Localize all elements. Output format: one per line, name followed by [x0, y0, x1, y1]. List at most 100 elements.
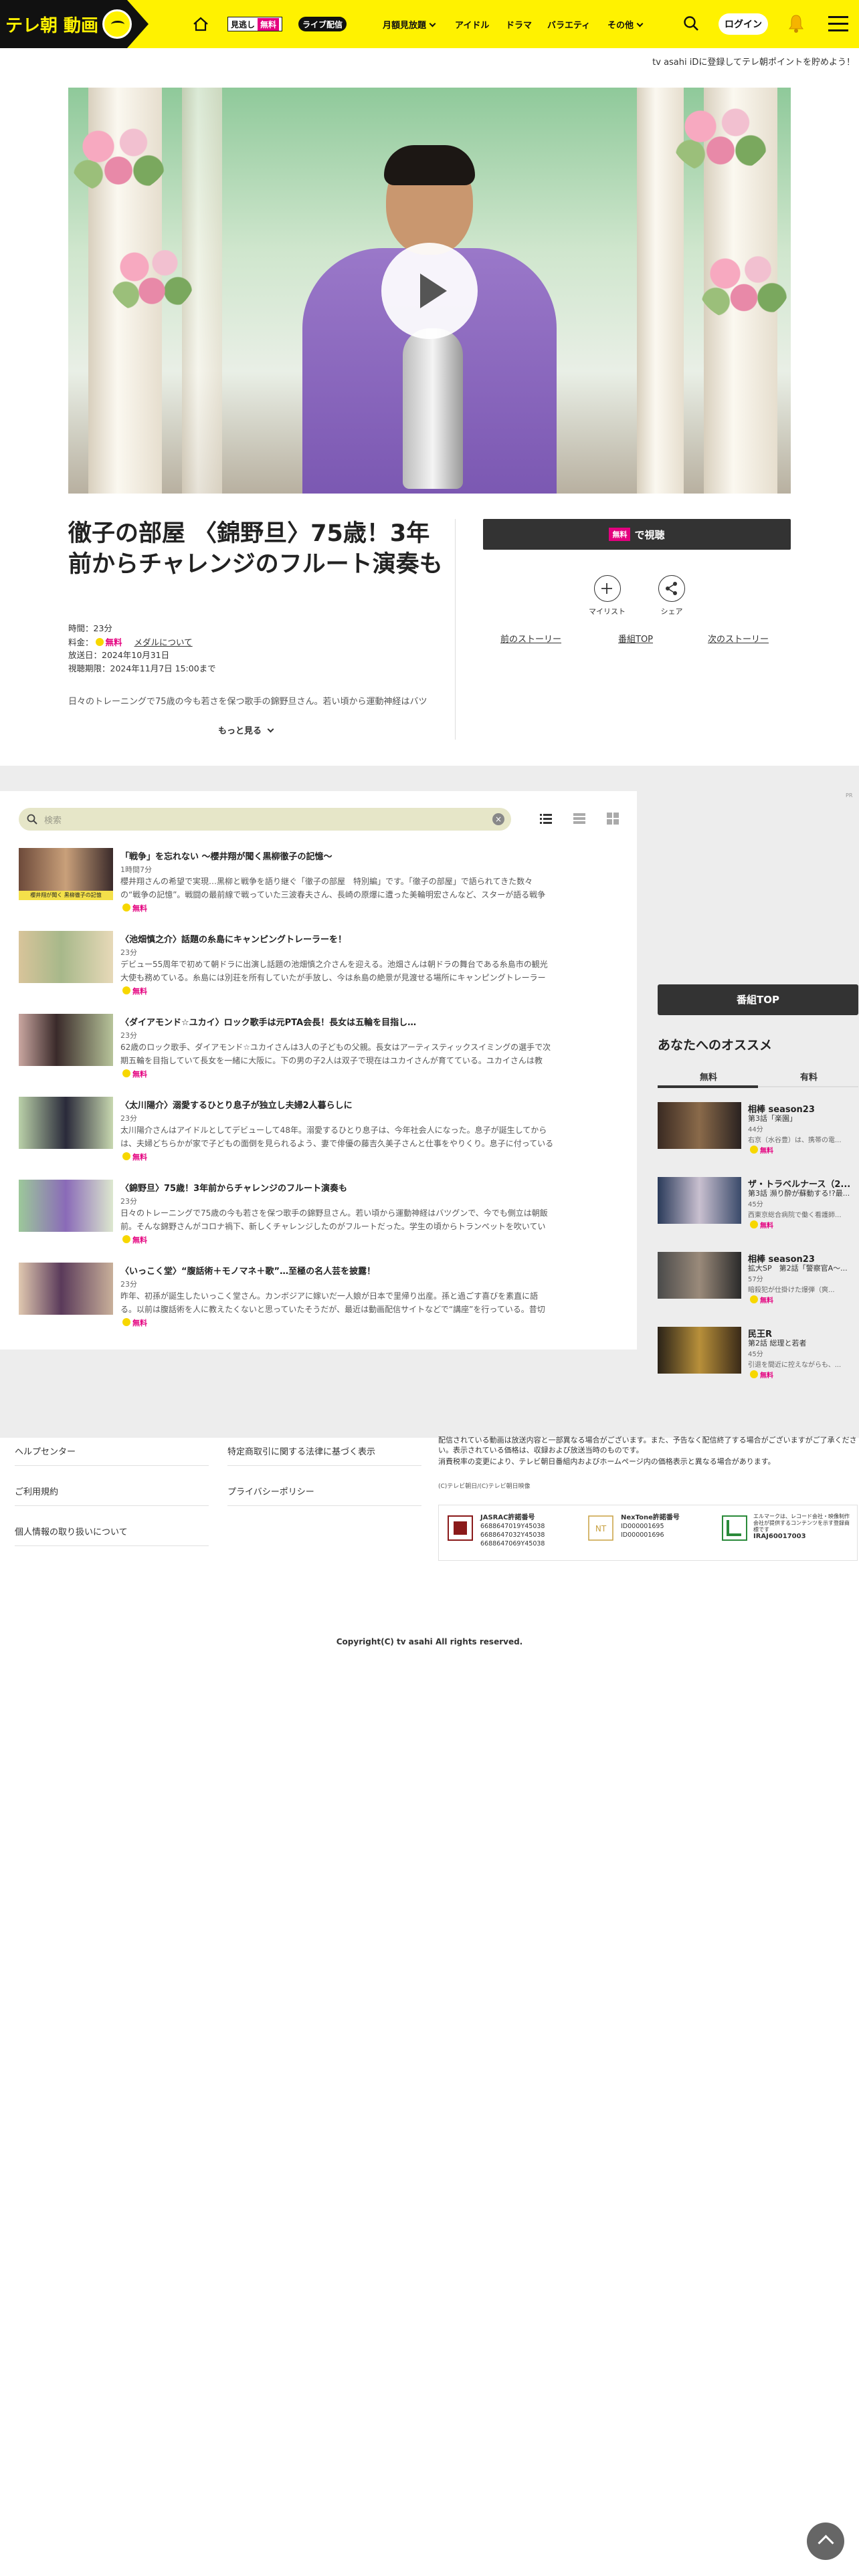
free-badge: 無料 — [748, 1145, 773, 1155]
grid-view-icon[interactable] — [606, 812, 619, 825]
back-to-top-button[interactable] — [807, 2523, 844, 2560]
footer-link-commerce-law[interactable]: 特定商取引に関する法律に基づく表示 — [227, 1444, 421, 1466]
watch-deadline: 視聴期限：2024年11月7日 15:00まで — [68, 663, 216, 673]
list-view-icon[interactable] — [539, 812, 553, 825]
l-mark-number: IRAJ60017003 — [753, 1533, 806, 1540]
footer-link-privacy-policy[interactable]: プライバシーポリシー — [227, 1485, 421, 1506]
home-icon[interactable] — [191, 15, 210, 33]
share-button[interactable]: シェア — [657, 575, 686, 617]
prev-story-link[interactable]: 前のストーリー — [500, 632, 561, 645]
program-top-link[interactable]: 番組TOP — [618, 632, 653, 645]
nav-other[interactable]: その他 — [607, 18, 644, 31]
live-pill[interactable]: ライブ配信 — [298, 17, 347, 31]
list-item[interactable]: 〈太川陽介〉溺愛するひとり息子が独立し夫婦2人暮らしに 23分 太川陽介さんはア… — [19, 1097, 581, 1164]
divider — [455, 519, 456, 740]
free-badge: 無料 — [120, 1317, 147, 1328]
site-logo[interactable]: テレ朝 動画 — [0, 0, 149, 48]
list-item[interactable]: 〈ダイアモンド☆ユカイ〉ロック歌手は元PTA会長！長女は五輪を目指し… 23分 … — [19, 1014, 581, 1081]
air-date: 放送日：2024年10月31日 — [68, 650, 170, 660]
coin-icon — [95, 638, 104, 646]
episode-thumbnail — [19, 1180, 113, 1232]
program-top-button[interactable]: 番組TOP — [658, 984, 858, 1015]
flower-decoration — [697, 241, 791, 322]
recommend-duration: 44分 — [748, 1126, 763, 1134]
recommend-subtitle: 第3話 瀕り酔が蘇動する!?最... — [748, 1189, 850, 1198]
list-item[interactable]: 櫻井翔が聞く 黒柳徹子の記憶 「戦争」を忘れない ～櫻井翔が聞く黒柳徹子の記憶～… — [19, 848, 581, 915]
episode-item-duration: 23分 — [120, 1197, 137, 1206]
episode-item-duration: 23分 — [120, 1031, 137, 1040]
search-icon[interactable] — [682, 15, 700, 32]
coin-icon — [750, 1295, 758, 1303]
ad-label: PR — [846, 792, 853, 798]
nav-drama[interactable]: ドラマ — [506, 18, 532, 31]
flower-decoration — [108, 235, 195, 315]
fee-value: 無料 — [105, 637, 122, 647]
tab-free[interactable]: 無料 — [700, 1070, 717, 1083]
footer-disclaimer: 配信されている動画は放送内容と一部異なる場合がございます。また、予告なく配信終了… — [438, 1436, 857, 1455]
episode-item-description: 昨年、初孫が誕生したいっこく堂さん。カンボジアに嫁いだ一人娘が日本で里帰り出産。… — [120, 1291, 545, 1314]
coin-icon — [750, 1146, 758, 1154]
free-badge: 無料 — [609, 528, 631, 541]
footer-credit: (C)テレビ朝日/(C)テレビ朝日映像 — [438, 1483, 531, 1490]
nav-idol[interactable]: アイドル — [455, 18, 489, 31]
next-story-link[interactable]: 次のストーリー — [708, 632, 769, 645]
search-placeholder: 検索 — [44, 815, 62, 826]
mylist-label: マイリスト — [589, 607, 626, 616]
clear-icon[interactable]: × — [492, 813, 504, 825]
play-button[interactable] — [381, 243, 478, 339]
episode-item-title: 「戦争」を忘れない ～櫻井翔が聞く黒柳徹子の記憶～ — [120, 852, 332, 862]
episode-description: 日々のトレーニングで75歳の今も若さを保つ歌手の錦野旦さん。若い頃から運動神経は… — [68, 697, 427, 707]
episode-item-description: 62歳のロック歌手、ダイアモンド☆ユカイさんは3人の子どもの父親。長女はアーティ… — [120, 1043, 551, 1065]
plus-icon — [593, 575, 621, 602]
nextone-title: NexTone許諾番号 — [621, 1514, 680, 1521]
free-badge: 無料 — [748, 1370, 773, 1380]
recommend-thumbnail — [658, 1327, 741, 1374]
nav-variety[interactable]: バラエティ — [547, 18, 590, 31]
recommend-item[interactable]: 相棒 season23 拡大SP 第2話「警察官A～... 57分 暗殺犯が仕掛… — [658, 1252, 858, 1319]
chevron-down-icon — [429, 20, 436, 27]
bell-icon[interactable] — [787, 13, 805, 33]
episode-thumbnail — [19, 931, 113, 983]
hamburger-menu-icon[interactable] — [828, 16, 848, 32]
watch-label: で視聴 — [634, 528, 665, 541]
nav-monthly[interactable]: 月額見放題 — [383, 18, 436, 31]
video-player[interactable] — [68, 88, 791, 494]
watch-free-button[interactable]: 無料 で視聴 — [483, 519, 791, 550]
recommend-item[interactable]: 民王R 第2話 総理と若者 45分 引退を間近に控えながらも、... 無料 — [658, 1327, 858, 1394]
medal-link[interactable]: メダルについて — [134, 637, 193, 647]
mylist-button[interactable]: マイリスト — [589, 575, 626, 617]
footer-link-privacy-handling[interactable]: 個人情報の取り扱いについて — [15, 1525, 209, 1546]
free-badge: 無料 — [120, 1069, 147, 1079]
episode-fee: 料金： 無料 メダルについて — [68, 638, 193, 647]
tab-paid[interactable]: 有料 — [800, 1070, 818, 1083]
episode-item-duration: 23分 — [120, 948, 137, 957]
catchup-free-pill[interactable]: 見逃し 無料 — [227, 17, 283, 31]
recommend-item[interactable]: ザ・トラベルナース（2... 第3話 瀕り酔が蘇動する!?最... 45分 西東… — [658, 1177, 858, 1244]
recommend-description: 西東京総合病院で働く看護師... — [748, 1212, 842, 1219]
free-badge: 無料 — [748, 1220, 773, 1230]
tvasahi-id-promo[interactable]: tv asahi iDに登録してテレ朝ポイントを貯めよう！ — [652, 55, 855, 68]
coin-icon — [122, 1152, 130, 1160]
chevron-down-icon — [267, 726, 274, 733]
nextone-logo-icon: NT — [588, 1515, 613, 1541]
footer-link-help[interactable]: ヘルプセンター — [15, 1444, 209, 1466]
list-item[interactable]: 〈池畑慎之介〉話題の糸島にキャンピングトレーラーを！ 23分 デビュー55周年で… — [19, 931, 581, 998]
jasrac-info: JASRAC許諾番号 6688647019Y45038 6688647032Y45… — [480, 1514, 545, 1547]
flower-decoration — [68, 114, 169, 195]
copyright: Copyright(C) tv asahi All rights reserve… — [336, 1637, 523, 1646]
recommend-subtitle: 第2話 総理と若者 — [748, 1339, 807, 1348]
episode-search-input[interactable]: 検索 × — [19, 808, 511, 831]
coin-icon — [122, 1069, 130, 1077]
fee-label: 料金： — [68, 637, 94, 647]
detail-view-icon[interactable] — [573, 812, 586, 825]
list-item[interactable]: 〈いっこく堂〉“腹話術＋モノマネ＋歌”…至極の名人芸を披露！ 23分 昨年、初孫… — [19, 1263, 581, 1329]
read-more-button[interactable]: もっと見る — [218, 724, 274, 736]
login-button[interactable]: ログイン — [719, 13, 768, 35]
episode-item-title: 〈いっこく堂〉“腹話術＋モノマネ＋歌”…至極の名人芸を披露！ — [120, 1267, 376, 1277]
jasrac-title: JASRAC許諾番号 — [480, 1514, 535, 1521]
recommend-description: 右京（水谷豊）は、携帯の電... — [748, 1137, 842, 1144]
footer-link-terms[interactable]: ご利用規約 — [15, 1485, 209, 1506]
episode-item-duration: 23分 — [120, 1280, 137, 1289]
list-item[interactable]: 〈錦野旦〉75歳！3年前からチャレンジのフルート演奏も 23分 日々のトレーニン… — [19, 1180, 581, 1247]
recommend-item[interactable]: 相棒 season23 第3話「楽園」 44分 右京（水谷豊）は、携帯の電...… — [658, 1102, 858, 1169]
